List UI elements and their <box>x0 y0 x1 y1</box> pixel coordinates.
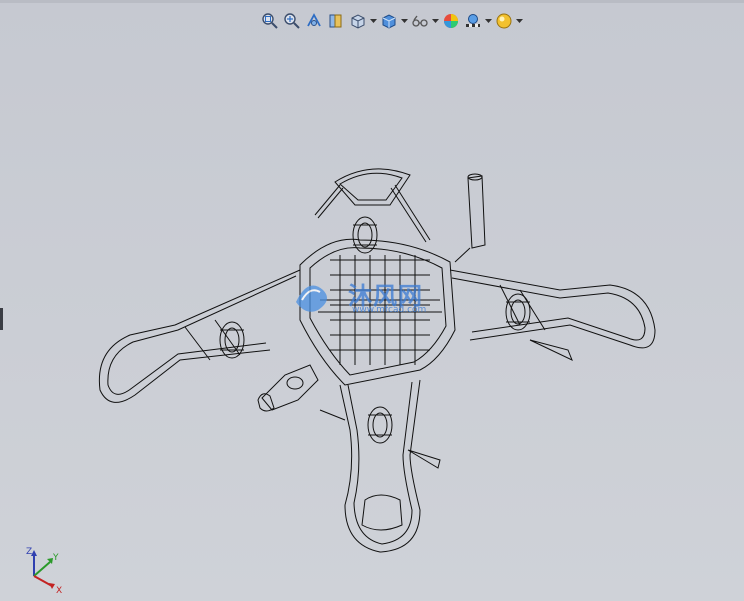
view-settings-dropdown-icon[interactable] <box>516 11 523 31</box>
hide-show-items-icon[interactable] <box>410 11 430 31</box>
graphics-area[interactable]: 沐风网 www.mfcad.com Z Y X <box>0 0 744 601</box>
previous-view-icon[interactable] <box>304 11 324 31</box>
panel-splitter-handle[interactable] <box>0 308 3 330</box>
watermark-url: www.mfcad.com <box>352 305 427 315</box>
triad-z-label: Z <box>26 547 32 557</box>
view-settings-icon[interactable] <box>494 11 514 31</box>
hide-show-dropdown-icon[interactable] <box>432 11 439 31</box>
view-orientation-icon[interactable] <box>348 11 368 31</box>
display-style-icon[interactable] <box>379 11 399 31</box>
zoom-to-area-icon[interactable] <box>282 11 302 31</box>
view-orientation-dropdown-icon[interactable] <box>370 11 377 31</box>
apply-scene-icon[interactable] <box>463 11 483 31</box>
edit-appearance-icon[interactable] <box>441 11 461 31</box>
drone-wireframe-model[interactable] <box>95 165 665 560</box>
heads-up-view-toolbar <box>260 10 523 32</box>
window-top-edge <box>0 0 744 3</box>
triad-y-label: Y <box>52 553 59 563</box>
reference-triad: Z Y X <box>26 547 62 594</box>
apply-scene-dropdown-icon[interactable] <box>485 11 492 31</box>
triad-x-label: X <box>56 586 62 594</box>
zoom-to-fit-icon[interactable] <box>260 11 280 31</box>
display-style-dropdown-icon[interactable] <box>401 11 408 31</box>
section-view-icon[interactable] <box>326 11 346 31</box>
